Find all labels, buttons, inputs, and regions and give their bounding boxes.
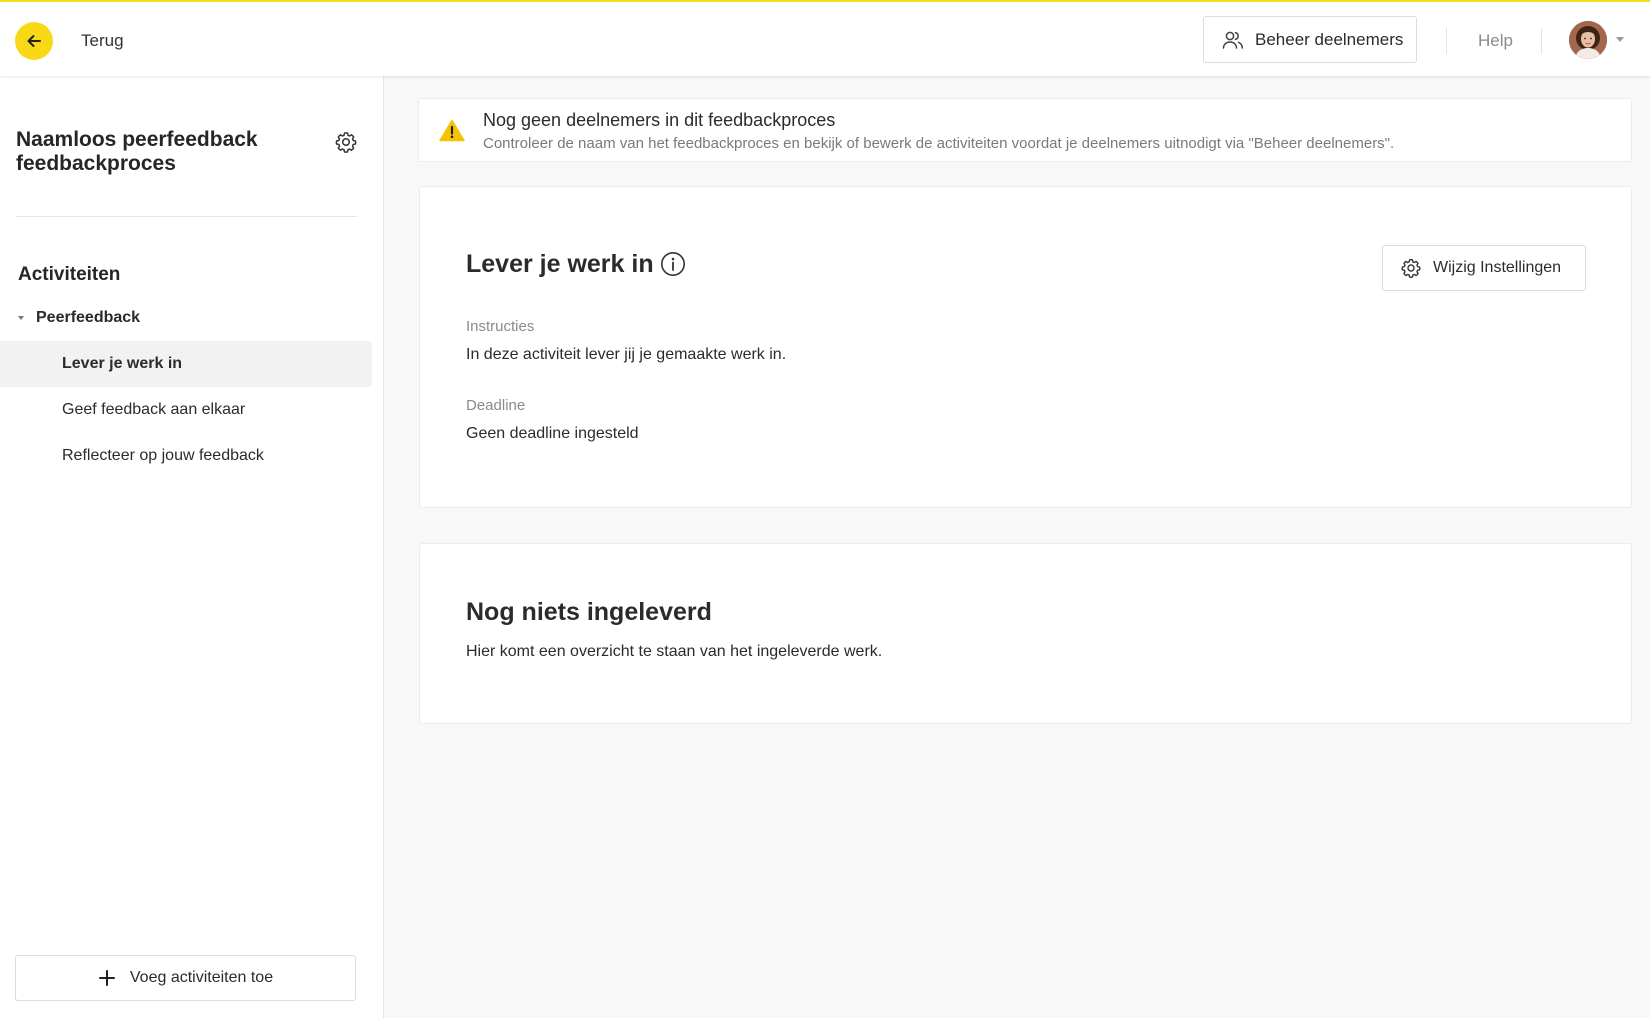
back-button[interactable] [15,22,53,60]
sidebar-item-geef-feedback[interactable]: Geef feedback aan elkaar [0,387,372,433]
chevron-down-icon [18,316,24,320]
manage-participants-button[interactable]: Beheer deelnemers [1203,16,1417,63]
activities-heading: Activiteiten [18,264,121,285]
submissions-card: Nog niets ingeleverd Hier komt een overz… [419,543,1632,724]
instructions-label: Instructies [466,318,535,335]
deadline-label: Deadline [466,397,526,414]
chevron-down-icon[interactable] [1616,37,1624,42]
group-peerfeedback[interactable]: Peerfeedback [18,309,140,327]
submissions-title: Nog niets ingeleverd [466,598,712,626]
edit-settings-label: Wijzig Instellingen [1433,259,1562,276]
info-icon [661,252,685,276]
manage-participants-label: Beheer deelnemers [1255,29,1404,49]
sidebar-item-lever-je-werk-in[interactable]: Lever je werk in [0,341,372,387]
arrow-left-icon [27,35,41,47]
help-link[interactable]: Help [1478,31,1513,51]
back-link[interactable]: Terug [81,31,124,51]
activity-info-button[interactable] [660,251,686,282]
plus-icon [98,970,115,986]
topbar-divider [1541,28,1542,54]
alert-text: Controleer de naam van het feedbackproce… [483,135,1395,152]
group-label: Peerfeedback [36,309,141,326]
instructions-value: In deze activiteit lever jij je gemaakte… [466,346,787,363]
sidebar-item-reflecteer[interactable]: Reflecteer op jouw feedback [0,433,372,479]
sidebar-item-label: Geef feedback aan elkaar [62,401,246,418]
add-activities-button[interactable]: Voeg activiteiten toe [15,955,356,1001]
sidebar-divider [16,216,357,217]
deadline-value: Geen deadline ingesteld [466,425,639,442]
sidebar-item-label: Reflecteer op jouw feedback [62,447,264,464]
submissions-text: Hier komt een overzicht te staan van het… [466,643,883,660]
activity-card: Lever je werk in Wijzig Instellingen Ins… [419,186,1632,508]
topbar-divider [1446,28,1447,54]
sidebar: Naamloos peerfeedback feedbackproces Act… [0,76,384,1018]
warning-icon [439,119,465,142]
activity-title: Lever je werk in [466,250,654,278]
add-activities-label: Voeg activiteiten toe [129,969,274,986]
process-title: Naamloos peerfeedback feedbackproces [16,128,258,175]
users-icon [1222,31,1244,49]
avatar-image [1569,21,1607,59]
no-participants-alert: Nog geen deelnemers in dit feedbackproce… [418,98,1632,162]
top-bar: Terug Beheer deelnemers Help [0,0,1650,76]
process-settings-button[interactable] [334,130,358,159]
gear-icon [335,132,357,153]
sidebar-item-label: Lever je werk in [62,355,183,372]
user-avatar[interactable] [1569,21,1607,59]
edit-settings-button[interactable]: Wijzig Instellingen [1382,245,1586,291]
alert-title: Nog geen deelnemers in dit feedbackproce… [483,110,836,130]
gear-icon [1401,258,1421,279]
